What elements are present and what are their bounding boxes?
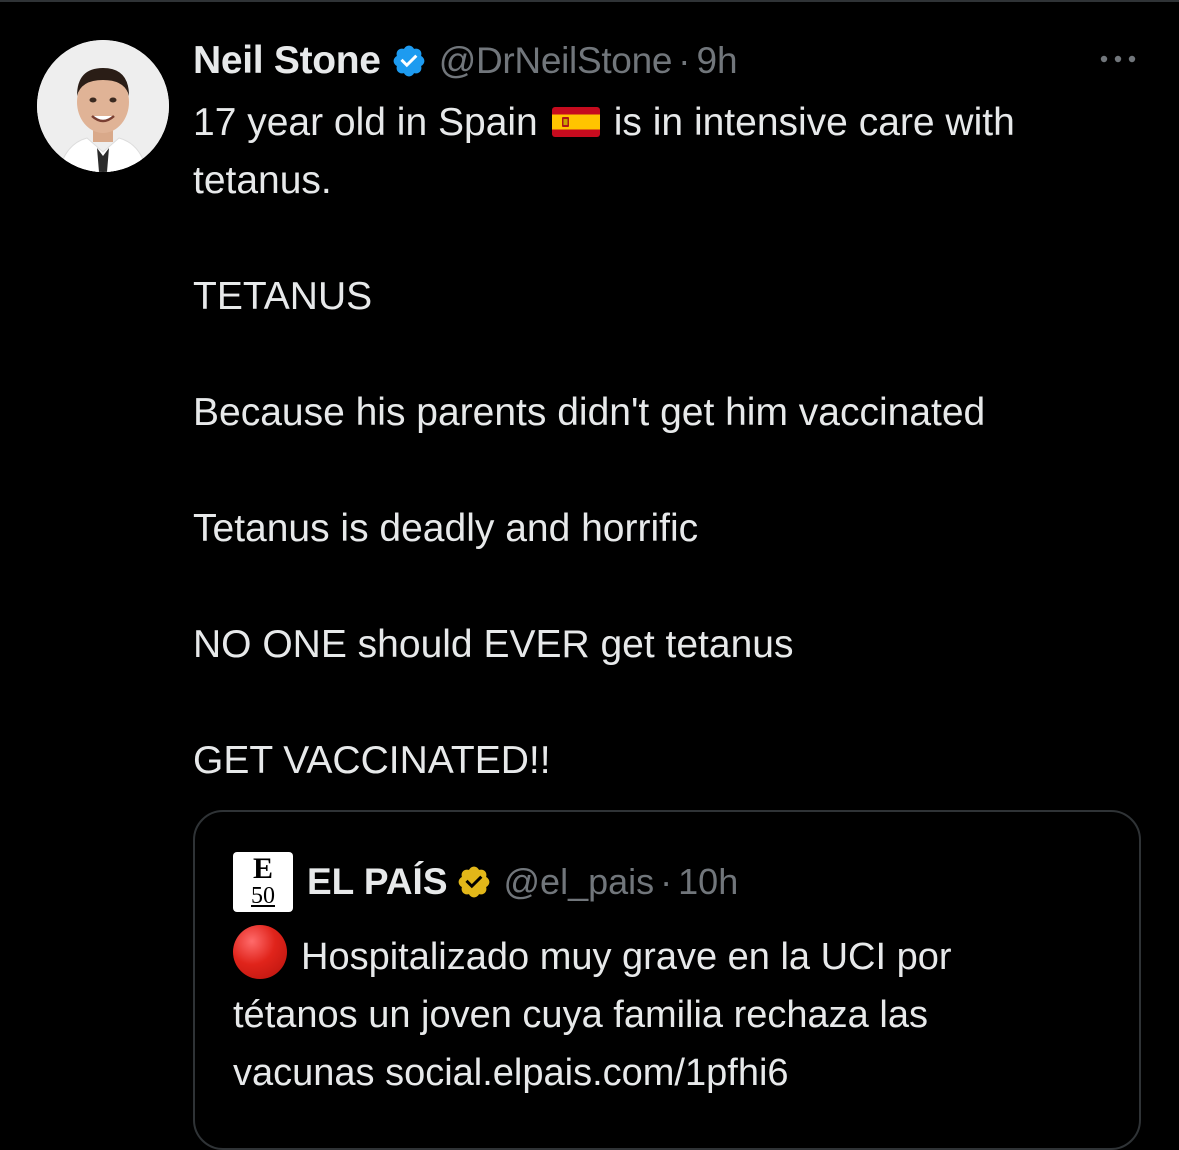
quoted-tweet-card[interactable]: E 50 EL PAÍS @el_pais · 10h Hospitalizad… (193, 810, 1141, 1150)
quoted-tweet-body: Hospitalizado muy grave en la UCI por té… (233, 925, 1123, 1102)
red-circle-emoji (233, 925, 287, 979)
separator-dot: · (660, 861, 673, 902)
quoted-tweet-line: vacunas social.elpais.com/1pfhi6 (233, 1052, 789, 1094)
author-avatar[interactable] (37, 40, 169, 172)
tweet[interactable]: Neil Stone @DrNeilStone · 9h 17 year old… (0, 0, 1179, 1150)
quoted-line-text: Hospitalizado muy grave en la UCI por (301, 936, 952, 978)
verified-check-icon (393, 45, 425, 77)
tweet-line: 17 year old in Spain is in intensive car… (193, 94, 1153, 152)
tweet-line: TETANUS (193, 275, 373, 318)
tweet-line-text: is in intensive care with (613, 101, 1015, 144)
separator-dot: · (678, 40, 691, 81)
quoted-author-handle[interactable]: @el_pais (504, 861, 655, 903)
quoted-tweet-header: E 50 EL PAÍS @el_pais · 10h (233, 852, 738, 912)
tweet-line-text: 17 year old in Spain (193, 101, 538, 144)
tweet-body: 17 year old in Spain is in intensive car… (193, 94, 1153, 790)
tweet-line: NO ONE should EVER get tetanus (193, 623, 794, 666)
el-pais-logo[interactable]: E 50 (233, 852, 293, 912)
quoted-author-name[interactable]: EL PAÍS (307, 861, 448, 903)
tweet-header: Neil Stone @DrNeilStone · 9h (193, 36, 738, 86)
spain-flag-emoji (551, 107, 600, 137)
logo-number: 50 (251, 883, 275, 909)
tweet-line: GET VACCINATED!! (193, 739, 551, 782)
author-name[interactable]: Neil Stone (193, 39, 381, 83)
tweet-line: tetanus. (193, 159, 332, 202)
tweet-timestamp[interactable]: 9h (696, 40, 737, 82)
quoted-tweet-line: tétanos un joven cuya familia rechaza la… (233, 994, 928, 1036)
gold-verified-check-icon (458, 866, 489, 898)
quoted-tweet-line: Hospitalizado muy grave en la UCI por (233, 925, 1123, 986)
profile-photo-avatar (37, 40, 169, 172)
tweet-line: Tetanus is deadly and horrific (193, 507, 699, 550)
logo-letter: E (252, 852, 273, 885)
author-handle[interactable]: @DrNeilStone (439, 40, 673, 82)
more-horizontal-icon[interactable] (1096, 48, 1140, 70)
quoted-tweet-timestamp[interactable]: 10h (678, 861, 738, 903)
tweet-line: Because his parents didn't get him vacci… (193, 391, 986, 434)
